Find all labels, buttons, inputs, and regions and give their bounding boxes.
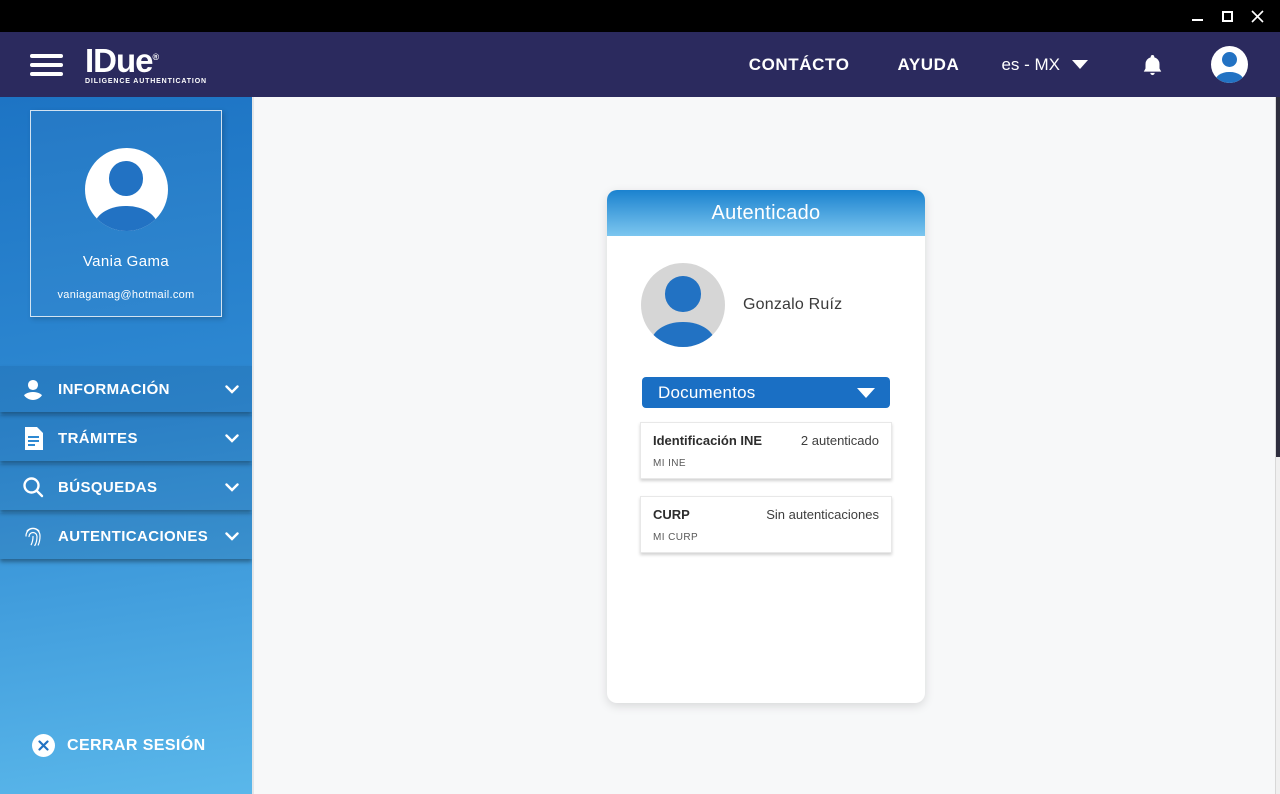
chevron-down-icon [1072, 60, 1088, 69]
authenticated-card: Autenticado Gonzalo Ruíz Documentos Iden… [607, 190, 925, 703]
documents-list: Identificación INE 2 autenticado MI INE … [640, 422, 892, 553]
chevron-down-icon [225, 385, 239, 394]
document-subtitle: MI INE [653, 458, 879, 469]
logout-label: CERRAR SESIÓN [67, 737, 206, 755]
chevron-down-icon [857, 388, 875, 398]
bell-icon [1142, 53, 1163, 77]
card-header: Autenticado [607, 190, 925, 236]
window-controls [1182, 0, 1272, 32]
person-name: Gonzalo Ruíz [743, 296, 842, 314]
chevron-down-icon [225, 483, 239, 492]
logo-text: IDue® [85, 44, 207, 77]
sidebar-menu: INFORMACIÓN TRÁMITES BÚSQ [0, 366, 252, 562]
minimize-icon [1192, 19, 1203, 21]
chevron-down-icon [225, 434, 239, 443]
document-title: Identificación INE [653, 433, 762, 448]
vertical-scrollbar [1275, 97, 1280, 794]
header-nav: CONTÁCTO AYUDA es - MX [749, 46, 1248, 83]
sidebar-item-busquedas[interactable]: BÚSQUEDAS [0, 464, 252, 510]
sidebar-item-autenticaciones[interactable]: AUTENTICACIONES [0, 513, 252, 559]
logout-button[interactable]: CERRAR SESIÓN [32, 734, 206, 757]
logo-subtitle: DILIGENCE AUTHENTICATION [85, 78, 207, 85]
maximize-button[interactable] [1212, 0, 1242, 32]
sidebar-item-label: AUTENTICACIONES [58, 528, 208, 545]
user-avatar-button[interactable] [1211, 46, 1248, 83]
documents-dropdown-label: Documentos [658, 383, 755, 403]
notifications-button[interactable] [1142, 53, 1163, 77]
minimize-button[interactable] [1182, 0, 1212, 32]
sidebar-avatar [85, 148, 168, 231]
hamburger-icon [30, 54, 63, 58]
close-button[interactable] [1242, 0, 1272, 32]
document-status: 2 autenticado [801, 433, 879, 448]
user-email: vaniagamag@hotmail.com [58, 289, 195, 301]
person-icon [21, 378, 45, 400]
document-status: Sin autenticaciones [766, 507, 879, 522]
scrollbar-thumb[interactable] [1276, 97, 1280, 457]
document-subtitle: MI CURP [653, 532, 879, 543]
card-title: Autenticado [712, 202, 821, 225]
document-title: CURP [653, 507, 690, 522]
language-selector[interactable]: es - MX [1001, 55, 1088, 75]
chevron-down-icon [225, 532, 239, 541]
main-content: Autenticado Gonzalo Ruíz Documentos Iden… [252, 97, 1280, 794]
nav-contact-link[interactable]: CONTÁCTO [749, 55, 850, 75]
profile-row: Gonzalo Ruíz [607, 236, 925, 347]
sidebar-item-tramites[interactable]: TRÁMITES [0, 415, 252, 461]
window-titlebar [0, 0, 1280, 32]
sidebar: Vania Gama vaniagamag@hotmail.com INFORM… [0, 97, 252, 794]
document-item-ine[interactable]: Identificación INE 2 autenticado MI INE [640, 422, 892, 479]
close-circle-icon [32, 734, 55, 757]
user-name: Vania Gama [83, 253, 169, 270]
hamburger-menu-button[interactable] [30, 54, 63, 76]
sidebar-user-card: Vania Gama vaniagamag@hotmail.com [30, 110, 222, 317]
person-avatar [641, 263, 725, 347]
sidebar-item-informacion[interactable]: INFORMACIÓN [0, 366, 252, 412]
registered-mark: ® [153, 52, 160, 62]
sidebar-item-label: TRÁMITES [58, 430, 138, 447]
app-header: IDue® DILIGENCE AUTHENTICATION CONTÁCTO … [0, 32, 1280, 97]
nav-help-link[interactable]: AYUDA [898, 55, 960, 75]
close-icon [1251, 10, 1264, 23]
maximize-icon [1222, 11, 1233, 22]
search-icon [21, 476, 45, 498]
sidebar-item-label: INFORMACIÓN [58, 381, 170, 398]
app-logo: IDue® DILIGENCE AUTHENTICATION [85, 44, 207, 85]
documents-dropdown-button[interactable]: Documentos [642, 377, 890, 408]
document-icon [21, 427, 45, 450]
fingerprint-icon [21, 525, 45, 547]
sidebar-item-label: BÚSQUEDAS [58, 479, 157, 496]
document-item-curp[interactable]: CURP Sin autenticaciones MI CURP [640, 496, 892, 553]
language-value: es - MX [1001, 55, 1060, 75]
